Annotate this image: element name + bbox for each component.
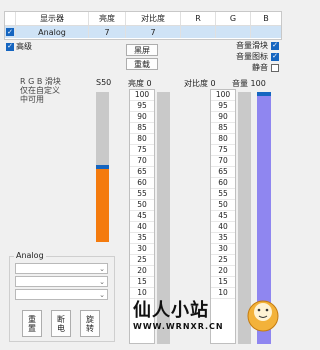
rgb-note: R G B 滑块 仅在自定义 中可用 [20,77,61,104]
header-checkbox-col [5,12,16,25]
reset-button[interactable]: 重置 [22,310,42,337]
monitor-table: 显示器 亮度 对比度 R G B ✓ Analog 7 7 [4,11,282,40]
volume-slider-label: 音量滑块 [236,41,268,50]
rgb-slider[interactable] [96,92,109,242]
chevron-down-icon: ⌄ [99,265,105,273]
volume-slider-option[interactable]: 音量滑块 ✓ [236,40,279,51]
row-checkbox-cell: ✓ [5,26,16,38]
scale-value[interactable]: 70 [130,156,154,167]
blackscreen-button[interactable]: 黑屏 [126,44,158,56]
volume-slider-checkbox[interactable]: ✓ [271,41,279,50]
scale-value[interactable]: 60 [130,178,154,189]
scale-value[interactable]: 65 [130,167,154,178]
scale-value[interactable]: 20 [130,266,154,277]
scale-value[interactable]: 80 [211,134,235,145]
combo-2[interactable]: ⌄ [15,276,108,287]
row-brightness: 7 [89,26,126,38]
watermark-logo: 仙人小站 WWW.WRNXR.CN [131,294,281,344]
scale-value[interactable]: 100 [130,90,154,101]
scale-value[interactable]: 25 [211,255,235,266]
rgb-slider-thumb[interactable] [96,165,109,169]
scale-value[interactable]: 40 [211,222,235,233]
scale-value[interactable]: 40 [130,222,154,233]
row-monitor-name: Analog [16,26,89,38]
advanced-label: 高级 [16,42,32,51]
table-row[interactable]: ✓ Analog 7 7 [5,26,281,38]
scale-value[interactable]: 50 [130,200,154,211]
watermark-url: WWW.WRNXR.CN [133,322,224,331]
group-title: Analog [14,251,46,260]
scale-value[interactable]: 35 [211,233,235,244]
scale-value[interactable]: 85 [211,123,235,134]
row-checkbox[interactable]: ✓ [6,28,14,36]
combo-3[interactable]: ⌄ [15,289,108,300]
scale-value[interactable]: 65 [211,167,235,178]
scale-value[interactable]: 20 [211,266,235,277]
scale-value[interactable]: 45 [130,211,154,222]
header-monitor[interactable]: 显示器 [16,12,89,25]
header-b[interactable]: B [251,12,281,25]
chevron-down-icon: ⌄ [99,291,105,299]
scale-value[interactable]: 15 [130,277,154,288]
scale-value[interactable]: 50 [211,200,235,211]
header-brightness[interactable]: 亮度 [89,12,126,25]
volume-label: 音量 100 [232,79,266,88]
row-r [181,26,216,38]
row-b [251,26,281,38]
header-contrast[interactable]: 对比度 [126,12,181,25]
scale-value[interactable]: 60 [211,178,235,189]
rgb-s-label: S50 [96,78,112,87]
scale-value[interactable]: 55 [211,189,235,200]
row-contrast: 7 [126,26,181,38]
contrast-label: 对比度 0 [184,79,216,88]
scale-value[interactable]: 80 [130,134,154,145]
volume-icon-label: 音量图标 [236,52,268,61]
scale-value[interactable]: 15 [211,277,235,288]
brightness-label: 亮度 0 [128,79,152,88]
scale-value[interactable]: 75 [211,145,235,156]
scale-value[interactable]: 85 [130,123,154,134]
combo-1[interactable]: ⌄ [15,263,108,274]
scale-value[interactable]: 55 [130,189,154,200]
volume-icon-checkbox[interactable]: ✓ [271,52,279,61]
row-g [216,26,251,38]
scale-value[interactable]: 70 [211,156,235,167]
mute-option[interactable]: 静音 [252,62,279,73]
advanced-option[interactable]: ✓ 高级 [6,41,32,52]
scale-value[interactable]: 45 [211,211,235,222]
volume-slider-thumb[interactable] [257,92,271,96]
mute-checkbox[interactable] [271,63,279,72]
scale-value[interactable]: 90 [130,112,154,123]
reload-button[interactable]: 重载 [126,58,158,70]
power-off-button[interactable]: 断电 [51,310,71,337]
scale-value[interactable]: 75 [130,145,154,156]
scale-value[interactable]: 100 [211,90,235,101]
scale-value[interactable]: 95 [211,101,235,112]
scale-value[interactable]: 35 [130,233,154,244]
rgb-slider-fill [96,167,109,242]
header-g[interactable]: G [216,12,251,25]
mute-label: 静音 [252,63,268,72]
scale-value[interactable]: 90 [211,112,235,123]
scale-value[interactable]: 95 [130,101,154,112]
rotate-button[interactable]: 旋转 [80,310,100,337]
table-header: 显示器 亮度 对比度 R G B [5,12,281,26]
scale-value[interactable]: 25 [130,255,154,266]
watermark-title: 仙人小站 [133,300,209,321]
scale-value[interactable]: 30 [211,244,235,255]
volume-icon-option[interactable]: 音量图标 ✓ [236,51,279,62]
advanced-checkbox[interactable]: ✓ [6,42,14,51]
header-r[interactable]: R [181,12,216,25]
chevron-down-icon: ⌄ [99,278,105,286]
scale-value[interactable]: 30 [130,244,154,255]
